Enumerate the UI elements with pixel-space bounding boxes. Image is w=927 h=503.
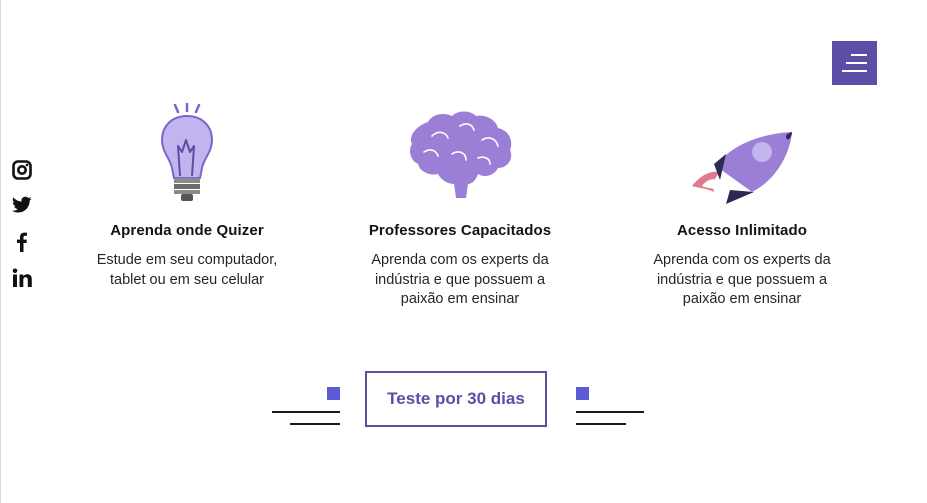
rocket-icon xyxy=(692,132,792,204)
feature-title: Aprenda onde Quizer xyxy=(110,222,264,239)
feature-card: Acesso Inlimitado Aprenda com os experts… xyxy=(632,100,852,310)
facebook-icon[interactable] xyxy=(12,232,34,254)
decorative-line xyxy=(576,423,626,425)
menu-button[interactable] xyxy=(832,41,877,85)
lightbulb-icon xyxy=(160,102,214,201)
hamburger-icon-bar xyxy=(842,70,867,72)
hamburger-icon xyxy=(851,54,867,56)
feature-description-line: indústria e que possuem a xyxy=(656,271,828,288)
feature-description-line: Aprenda com os experts da xyxy=(653,252,831,268)
trial-button[interactable]: Teste por 30 dias xyxy=(365,371,547,427)
feature-description-line: Aprenda com os experts da xyxy=(371,252,549,268)
feature-card: Aprenda onde Quizer Estude em seu comput… xyxy=(77,100,297,290)
twitter-icon[interactable] xyxy=(12,196,34,218)
feature-illustration xyxy=(350,100,570,204)
linkedin-icon[interactable] xyxy=(12,268,34,290)
decorative-line xyxy=(272,411,340,413)
feature-description: Aprenda com os experts da indústria e qu… xyxy=(350,251,570,310)
feature-description-line: Estude em seu computador, xyxy=(96,252,278,268)
decorative-square xyxy=(576,387,589,400)
hamburger-icon-bar xyxy=(846,62,867,64)
feature-title: Professores Capacitados xyxy=(368,222,552,239)
feature-card: Professores Capacitados Aprenda com os e… xyxy=(350,100,570,310)
feature-illustration xyxy=(77,100,297,204)
feature-description-line: tablet ou em seu celular xyxy=(110,271,264,288)
feature-description-line: paixão em ensinar xyxy=(682,291,802,307)
left-border xyxy=(0,0,1,503)
feature-description-line: indústria e que possuem a xyxy=(374,271,546,288)
decorative-line xyxy=(290,423,340,425)
brain-icon xyxy=(410,111,512,198)
feature-description: Aprenda com os experts da indústria e qu… xyxy=(632,251,852,310)
feature-title: Acesso Inlimitado xyxy=(676,222,808,239)
decorative-square xyxy=(327,387,340,400)
feature-description: Estude em seu computador, tablet ou em s… xyxy=(77,251,297,290)
instagram-icon[interactable] xyxy=(12,160,34,182)
feature-illustration xyxy=(632,100,852,204)
feature-description-line: paixão em ensinar xyxy=(400,291,520,307)
decorative-line xyxy=(576,411,644,413)
